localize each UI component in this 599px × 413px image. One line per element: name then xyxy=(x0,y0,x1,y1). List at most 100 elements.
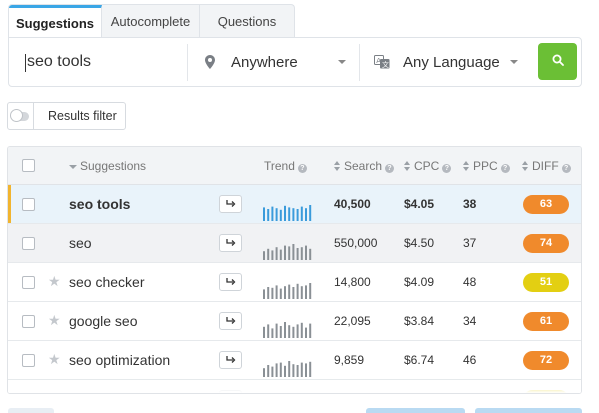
trend-bar xyxy=(305,208,307,221)
search-volume-cell: 22,095 xyxy=(334,314,371,328)
diff-badge: 63 xyxy=(523,195,569,214)
location-select[interactable]: Anywhere xyxy=(199,38,359,86)
tab-bar: Suggestions Autocomplete Questions xyxy=(8,4,295,38)
location-value: Anywhere xyxy=(231,53,298,71)
search-button[interactable] xyxy=(538,43,577,80)
sort-diff[interactable]: DIFF? xyxy=(522,147,571,185)
cpc-cell: $4.50 xyxy=(404,236,435,250)
trend-bar xyxy=(309,205,312,221)
chevron-down-icon xyxy=(510,60,518,64)
cpc-cell: $6.74 xyxy=(404,353,435,367)
trend-bar xyxy=(263,207,265,221)
diff-badge: 61 xyxy=(523,312,569,331)
search-volume-cell: 14,800 xyxy=(334,275,371,289)
trend-bar xyxy=(284,205,286,221)
trend-bar xyxy=(275,285,278,299)
cpc-cell: $4.05 xyxy=(404,197,435,211)
help-icon: ? xyxy=(385,164,395,173)
trend-bar xyxy=(300,286,303,299)
search-bar: seo tools Anywhere A文 Any Language xyxy=(8,37,582,87)
sort-search[interactable]: Search? xyxy=(334,147,395,185)
tab-questions[interactable]: Questions xyxy=(200,5,294,38)
trend-bar xyxy=(300,206,303,221)
row-checkbox[interactable] xyxy=(22,276,35,289)
trend-bar xyxy=(267,324,270,338)
svg-text:文: 文 xyxy=(382,60,389,69)
trend-bar xyxy=(271,206,274,221)
keyword-cell[interactable]: seo tools xyxy=(69,185,130,224)
star-icon[interactable]: ★ xyxy=(48,351,61,367)
keyword-input[interactable]: seo tools xyxy=(24,38,91,86)
scroll-fade xyxy=(8,379,581,393)
keyword-cell[interactable]: google seo xyxy=(69,302,138,341)
tab-suggestions[interactable]: Suggestions xyxy=(9,5,102,38)
cpc-cell: $4.09 xyxy=(404,275,435,289)
tab-autocomplete[interactable]: Autocomplete xyxy=(102,5,200,38)
expand-keyword-button[interactable] xyxy=(219,273,242,291)
keyword-cell[interactable]: seo xyxy=(69,224,92,263)
star-icon[interactable]: ★ xyxy=(48,312,61,328)
expand-keyword-button[interactable] xyxy=(219,195,242,213)
search-volume-cell: 550,000 xyxy=(334,236,378,250)
keywords-table: Suggestions Trend? Search? CPC? PPC? DIF… xyxy=(7,146,582,394)
trend-bar xyxy=(275,363,278,377)
row-checkbox[interactable] xyxy=(22,354,35,367)
expand-keyword-button[interactable] xyxy=(219,234,242,252)
trend-bar xyxy=(271,250,274,260)
trend-bar xyxy=(267,248,270,260)
trend-bar xyxy=(263,289,265,299)
trend-bar xyxy=(263,251,265,260)
select-all-checkbox[interactable] xyxy=(22,159,35,172)
trend-sparkline xyxy=(263,244,312,260)
row-checkbox[interactable] xyxy=(22,393,35,394)
col-trend: Trend? xyxy=(264,147,307,185)
chevron-down-icon xyxy=(338,60,346,64)
pagination-button[interactable] xyxy=(8,408,54,413)
action-button[interactable] xyxy=(475,408,582,413)
sort-ppc[interactable]: PPC? xyxy=(463,147,510,185)
subdirectory-arrow-icon xyxy=(225,195,236,213)
divider xyxy=(359,44,360,81)
language-icon: A文 xyxy=(371,55,393,69)
table-row[interactable]: ★ seo checker 14,800 $4.09 48 51 xyxy=(8,263,581,302)
diff-badge: 74 xyxy=(523,234,569,253)
help-icon: ? xyxy=(442,164,452,173)
row-checkbox[interactable] xyxy=(22,198,35,211)
trend-bar xyxy=(292,364,295,377)
star-icon[interactable]: ★ xyxy=(48,273,61,289)
filter-toggle[interactable] xyxy=(8,103,34,129)
sort-cpc[interactable]: CPC? xyxy=(404,147,452,185)
trend-bar xyxy=(284,322,286,338)
language-select[interactable]: A文 Any Language xyxy=(371,38,531,86)
expand-keyword-button[interactable] xyxy=(219,351,242,369)
trend-sparkline xyxy=(263,205,312,221)
divider xyxy=(187,44,188,81)
trend-sparkline xyxy=(263,361,312,377)
diff-badge: 51 xyxy=(523,273,569,292)
trend-bar xyxy=(271,366,274,377)
trend-bar xyxy=(296,283,299,299)
table-row[interactable]: seo 550,000 $4.50 37 74 xyxy=(8,224,581,263)
action-button[interactable] xyxy=(366,408,465,413)
table-row[interactable]: ★ google seo 22,095 $3.84 34 61 xyxy=(8,302,581,341)
subdirectory-arrow-icon xyxy=(225,312,236,330)
trend-bar xyxy=(300,322,303,338)
table-row[interactable]: seo tools 40,500 $4.05 38 63 xyxy=(8,185,581,224)
trend-bar xyxy=(296,209,299,221)
results-filter-button[interactable]: Results filter xyxy=(7,102,126,130)
subdirectory-arrow-icon xyxy=(225,234,236,252)
keyword-cell[interactable]: seo optimization xyxy=(69,341,170,380)
diff-badge: 72 xyxy=(523,351,569,370)
subdirectory-arrow-icon xyxy=(225,273,236,291)
keyword-cell[interactable]: seo checker xyxy=(69,263,144,302)
trend-bar xyxy=(288,361,291,377)
sort-suggestions[interactable]: Suggestions xyxy=(69,147,146,185)
expand-keyword-button[interactable] xyxy=(219,312,242,330)
table-header: Suggestions Trend? Search? CPC? PPC? DIF… xyxy=(8,147,581,185)
row-checkbox[interactable] xyxy=(22,315,35,328)
table-row[interactable]: ★ seo optimization 9,859 $6.74 46 72 xyxy=(8,341,581,380)
trend-sparkline xyxy=(263,322,312,338)
trend-bar xyxy=(292,208,295,221)
row-checkbox[interactable] xyxy=(22,237,35,250)
ppc-cell: 48 xyxy=(463,275,477,289)
